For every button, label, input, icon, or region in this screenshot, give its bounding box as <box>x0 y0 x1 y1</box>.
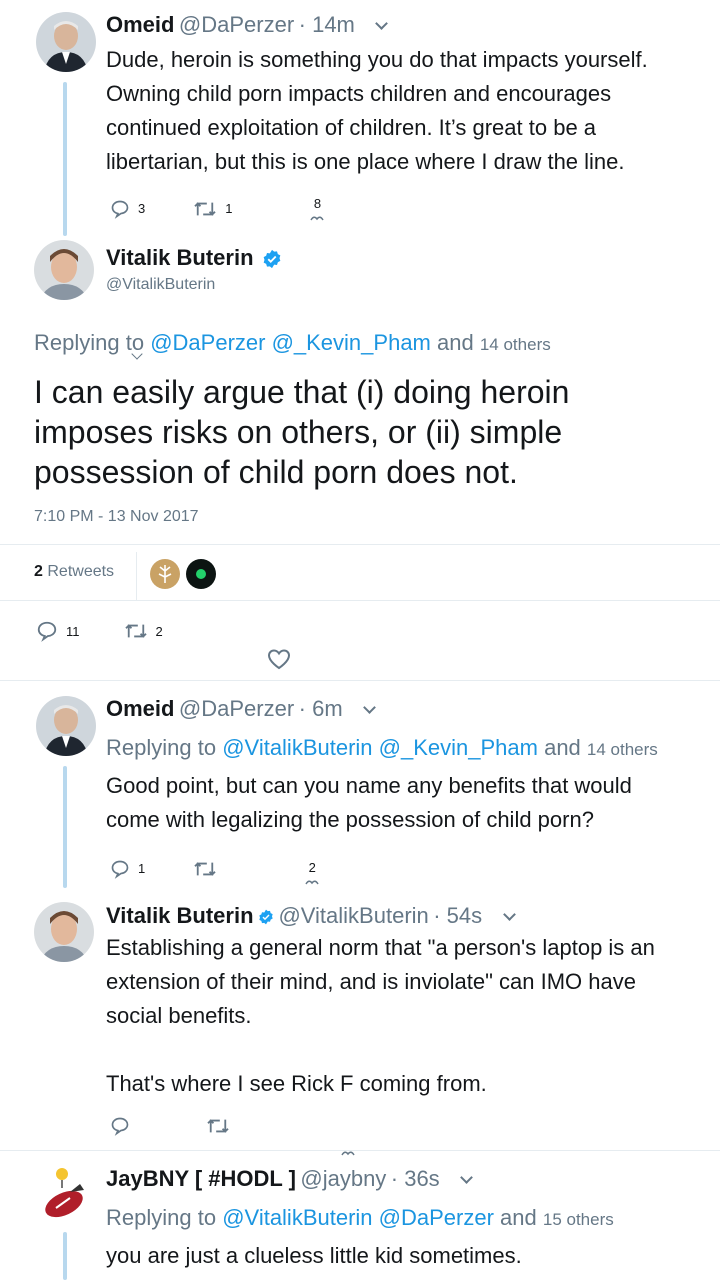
retweet-button[interactable]: 2 <box>124 621 163 641</box>
author-name[interactable]: JayBNY [ #HODL ] <box>106 1166 296 1191</box>
replying-to: Replying to @VitalikButerin @_Kevin_Pham… <box>106 735 658 760</box>
retweet-count: 2 <box>155 623 163 639</box>
retweet-icon <box>194 201 216 216</box>
retweet-icon <box>207 1119 229 1133</box>
author-name[interactable]: Vitalik Buterin <box>106 245 254 270</box>
like-count: 8 <box>313 196 322 211</box>
author-handle[interactable]: @DaPerzer <box>179 12 294 37</box>
tweet-actions: 3 1 8 <box>110 196 325 221</box>
chevron-down-icon[interactable] <box>363 701 376 714</box>
replying-others[interactable]: 14 others <box>480 335 551 354</box>
reply-count: 11 <box>66 623 80 639</box>
tweet-text: Dude, heroin is something you do that im… <box>106 47 648 174</box>
main-tweet-text: I can easily argue that (i) doing heroin… <box>34 374 570 490</box>
replying-handles[interactable]: @VitalikButerin @DaPerzer <box>222 1205 494 1230</box>
like-icon <box>305 880 319 885</box>
avatar-vitalik[interactable] <box>34 240 94 300</box>
retweets-stat[interactable]: 2 Retweets <box>34 563 114 581</box>
like-icon <box>310 216 325 221</box>
author-name[interactable]: Omeid <box>106 12 174 37</box>
thread-line <box>63 766 67 888</box>
verified-icon <box>263 249 281 268</box>
divider-vertical <box>136 552 137 600</box>
avatar-omeid[interactable] <box>36 696 96 756</box>
retweet-button[interactable]: 1 <box>193 199 232 219</box>
reply-count: 1 <box>138 861 146 876</box>
like-button[interactable]: 8 <box>310 196 325 221</box>
reply-icon <box>111 1117 129 1136</box>
retweet-icon <box>124 624 147 638</box>
like-count: 2 <box>308 860 316 875</box>
replying-to: Replying to @DaPerzer @_Kevin_Pham and 1… <box>34 330 551 355</box>
author-handle[interactable]: @jaybny <box>300 1166 386 1191</box>
tweet-time[interactable]: · 54s <box>433 903 482 928</box>
reply-button[interactable]: 3 <box>110 199 145 219</box>
avatar-jaybny[interactable] <box>36 1162 96 1222</box>
tweet-time[interactable]: · 6m <box>299 696 343 721</box>
avatar-omeid[interactable] <box>36 12 96 72</box>
like-icon[interactable] <box>341 1143 355 1161</box>
author-handle[interactable]: @VitalikButerin <box>106 276 215 294</box>
tweet-text: Establishing a general norm that "a pers… <box>106 935 655 1028</box>
replying-others[interactable]: 15 others <box>543 1210 614 1229</box>
tweet-actions <box>110 1116 230 1136</box>
retweeter-avatar-2[interactable] <box>186 559 216 589</box>
retweet-button[interactable] <box>193 859 217 879</box>
retweets-label: Retweets <box>47 563 115 580</box>
divider <box>0 1150 720 1151</box>
reply-count: 3 <box>138 201 146 216</box>
avatar-vitalik[interactable] <box>34 902 94 962</box>
chevron-down-icon[interactable] <box>502 908 516 921</box>
tweet-text-last: That's where I see Rick F coming from. <box>106 1071 487 1096</box>
tweet-actions: 1 2 <box>110 852 319 885</box>
like-icon <box>267 649 291 670</box>
retweets-count: 2 <box>34 563 43 580</box>
retweet-count: 1 <box>225 201 233 216</box>
author-name[interactable]: Omeid <box>106 696 174 721</box>
verified-icon <box>259 909 273 925</box>
like-button[interactable]: 2 <box>305 852 319 885</box>
tweet-text: you are just a clueless little kid somet… <box>106 1243 522 1268</box>
reply-icon <box>37 621 57 642</box>
replying-others[interactable]: 14 others <box>587 740 658 759</box>
reply-button[interactable] <box>110 1116 130 1136</box>
reply-icon <box>111 200 129 219</box>
replying-handles[interactable]: @VitalikButerin @_Kevin_Pham <box>222 735 538 760</box>
divider <box>0 680 720 681</box>
author-handle[interactable]: @DaPerzer <box>179 696 294 721</box>
retweeter-avatar-1[interactable] <box>150 559 180 589</box>
chevron-down-icon[interactable] <box>375 17 389 30</box>
main-actions: 11 2 <box>36 620 163 642</box>
thread-line <box>63 1232 67 1280</box>
divider <box>0 600 720 601</box>
retweet-icon <box>194 861 216 876</box>
timestamp[interactable]: 7:10 PM - 13 Nov 2017 <box>34 508 199 526</box>
reply-button[interactable]: 11 <box>36 620 80 642</box>
author-name[interactable]: Vitalik Buterin <box>106 903 254 928</box>
thread-line <box>63 82 67 236</box>
tweet-time[interactable]: · 14m <box>299 12 355 37</box>
like-button[interactable] <box>267 648 291 675</box>
tweet-time[interactable]: · 36s <box>391 1166 440 1191</box>
reply-icon <box>111 860 129 879</box>
replying-to: Replying to @VitalikButerin @DaPerzer an… <box>106 1205 614 1230</box>
retweet-button[interactable] <box>206 1116 230 1136</box>
chevron-down-icon[interactable] <box>460 1171 474 1184</box>
tweet-text: Good point, but can you name any benefit… <box>106 773 632 832</box>
divider <box>0 544 720 545</box>
replying-handles[interactable]: @DaPerzer @_Kevin_Pham <box>150 330 431 355</box>
reply-button[interactable]: 1 <box>110 859 145 879</box>
author-handle[interactable]: @VitalikButerin <box>278 903 428 928</box>
